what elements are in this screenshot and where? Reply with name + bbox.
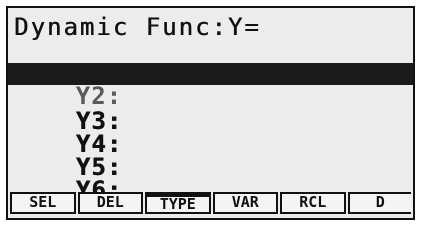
- function-row-y2-highlighted[interactable]: Y2:: [8, 63, 413, 108]
- f4-var-key[interactable]: VAR: [212, 192, 278, 214]
- f1-sel-key[interactable]: SEL: [10, 192, 76, 214]
- screen-title: Dynamic Func:Y=: [14, 13, 261, 41]
- function-row-y3[interactable]: Y3:: [14, 88, 409, 133]
- calculator-lcd-screen: Dynamic Func:Y= Y1AX2 Y2: Y3: Y4: Y5: Y6…: [6, 6, 415, 220]
- function-row-y5[interactable]: Y5:: [14, 134, 409, 179]
- function-key-menu: SEL DEL TYPE VAR RCL D: [10, 192, 411, 214]
- function-row-y4[interactable]: Y4:: [14, 111, 409, 156]
- function-row-y6[interactable]: Y6:: [14, 157, 409, 202]
- f3-type-key[interactable]: TYPE: [145, 192, 211, 214]
- function-row-y1[interactable]: Y1AX2: [14, 38, 409, 88]
- f2-del-key[interactable]: DEL: [77, 192, 143, 214]
- f6-more-key[interactable]: D: [347, 192, 411, 214]
- f5-rcl-key[interactable]: RCL: [280, 192, 346, 214]
